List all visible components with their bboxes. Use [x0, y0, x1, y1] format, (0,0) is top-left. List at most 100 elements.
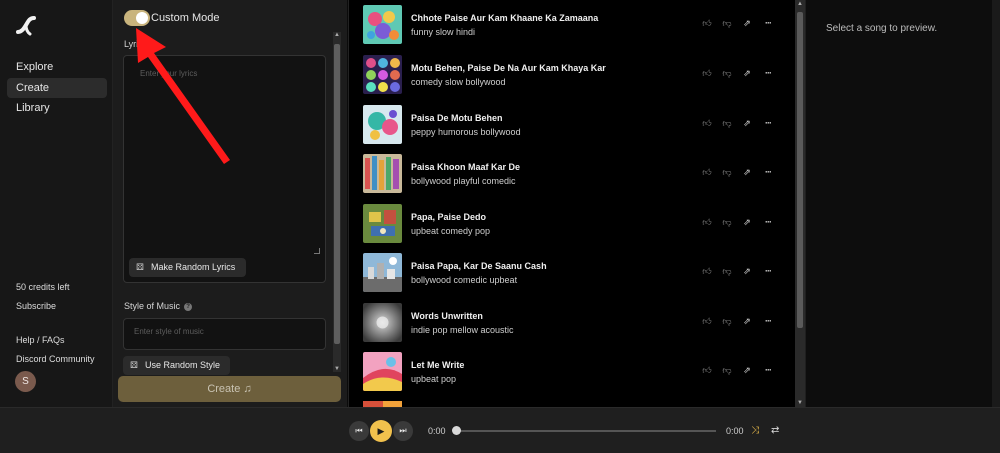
song-tags[interactable]: upbeat pop [411, 374, 456, 384]
thumbs-up-icon[interactable]: 👍︎ [701, 217, 713, 229]
custom-mode-label: Custom Mode [151, 12, 220, 24]
thumbs-up-icon[interactable]: 👍︎ [701, 18, 713, 30]
song-tags[interactable]: bollywood playful comedic [411, 176, 516, 186]
scrollbar-thumb[interactable] [334, 44, 340, 344]
more-options-icon[interactable]: ··· [762, 316, 774, 328]
help-faqs-link[interactable]: Help / FAQs [16, 335, 65, 345]
song-row[interactable]: Words Unwritten indie pop mellow acousti… [363, 303, 783, 345]
scroll-up-arrow-icon[interactable]: ▲ [333, 32, 341, 38]
user-avatar[interactable]: S [15, 371, 36, 392]
song-row[interactable]: Paisa Papa, Kar De Saanu Cash bollywood … [363, 253, 783, 295]
scroll-up-arrow-icon[interactable]: ▲ [795, 1, 805, 7]
more-options-icon[interactable]: ··· [762, 167, 774, 179]
thumbs-up-icon[interactable]: 👍︎ [701, 316, 713, 328]
song-row[interactable]: Chhote Paise Aur Kam Khaane Ka Zamaana f… [363, 5, 783, 47]
more-options-icon[interactable]: ··· [762, 365, 774, 377]
song-cover [363, 204, 402, 243]
subscribe-link[interactable]: Subscribe [16, 301, 56, 311]
repeat-icon[interactable]: ⇄ [771, 425, 779, 436]
more-options-icon[interactable]: ··· [762, 18, 774, 30]
thumbs-up-icon[interactable]: 👍︎ [701, 365, 713, 377]
song-title[interactable]: Paisa Papa, Kar De Saanu Cash [411, 261, 547, 271]
share-icon[interactable]: ⇗ [741, 18, 753, 30]
nav-library[interactable]: Library [7, 98, 107, 118]
thumbs-down-icon[interactable]: 👎︎ [721, 266, 733, 278]
duration: 0:00 [726, 426, 744, 436]
progress-handle[interactable] [452, 426, 461, 435]
next-track-icon[interactable]: ⏭ [393, 421, 413, 441]
more-options-icon[interactable]: ··· [762, 266, 774, 278]
nav-create[interactable]: Create [7, 78, 107, 98]
more-options-icon[interactable]: ··· [762, 118, 774, 130]
nav-explore[interactable]: Explore [7, 57, 107, 77]
resize-handle[interactable] [314, 248, 320, 254]
thumbs-up-icon[interactable]: 👍︎ [701, 167, 713, 179]
thumbs-down-icon[interactable]: 👎︎ [721, 68, 733, 80]
thumbs-up-icon[interactable]: 👍︎ [701, 118, 713, 130]
share-icon[interactable]: ⇗ [741, 316, 753, 328]
more-options-icon[interactable]: ··· [762, 68, 774, 80]
lyrics-textarea[interactable]: Enter your lyrics [123, 55, 326, 283]
discord-community-link[interactable]: Discord Community [16, 354, 95, 364]
preview-scrollbar[interactable] [992, 0, 1000, 407]
more-options-icon[interactable]: ··· [762, 217, 774, 229]
share-icon[interactable]: ⇗ [741, 118, 753, 130]
scrollbar-thumb[interactable] [797, 12, 803, 328]
song-tags[interactable]: indie pop mellow acoustic [411, 325, 514, 335]
song-title[interactable]: Motu Behen, Paise De Na Aur Kam Khaya Ka… [411, 63, 606, 73]
song-row[interactable]: Paisa Khoon Maaf Kar De bollywood playfu… [363, 154, 783, 196]
song-row[interactable]: Paisa De Motu Behen peppy humorous bolly… [363, 105, 783, 147]
share-icon[interactable]: ⇗ [741, 167, 753, 179]
custom-mode-toggle[interactable] [124, 10, 150, 26]
previous-track-icon[interactable]: ⏮ [349, 421, 369, 441]
use-random-style-button[interactable]: ⚄ Use Random Style [123, 356, 230, 375]
progress-bar[interactable] [452, 426, 716, 435]
help-icon[interactable]: ? [184, 303, 193, 311]
share-icon[interactable]: ⇗ [741, 68, 753, 80]
thumbs-up-icon[interactable]: 👍︎ [701, 266, 713, 278]
style-of-music-label: Style of Music? [124, 301, 193, 311]
panel-scrollbar[interactable]: ▲ ▼ [333, 32, 341, 372]
thumbs-down-icon[interactable]: 👎︎ [721, 316, 733, 328]
song-row[interactable]: Let Me Write upbeat pop 👍︎ 👎︎ ⇗ ··· [363, 352, 783, 394]
song-title[interactable]: Paisa De Motu Behen [411, 113, 503, 123]
dice-icon: ⚄ [136, 262, 144, 272]
song-tags[interactable]: bollywood comedic upbeat [411, 275, 517, 285]
song-title[interactable]: Paisa Khoon Maaf Kar De [411, 162, 520, 172]
song-tags[interactable]: peppy humorous bollywood [411, 127, 521, 137]
create-button[interactable]: Create ♫ [118, 376, 341, 402]
song-title[interactable]: Chhote Paise Aur Kam Khaane Ka Zamaana [411, 13, 598, 23]
thumbs-down-icon[interactable]: 👎︎ [721, 118, 733, 130]
song-title[interactable]: Words Unwritten [411, 311, 483, 321]
thumbs-down-icon[interactable]: 👎︎ [721, 18, 733, 30]
song-row[interactable]: Motu Behen, Paise De Na Aur Kam Khaya Ka… [363, 55, 783, 97]
thumbs-down-icon[interactable]: 👎︎ [721, 365, 733, 377]
thumbs-up-icon[interactable]: 👍︎ [701, 68, 713, 80]
make-random-lyrics-button[interactable]: ⚄ Make Random Lyrics [129, 258, 246, 277]
preview-message: Select a song to preview. [826, 23, 938, 34]
song-list-scrollbar[interactable]: ▲ ▼ [795, 0, 805, 407]
song-cover [363, 253, 402, 292]
style-label-text: Style of Music [124, 301, 181, 311]
share-icon[interactable]: ⇗ [741, 217, 753, 229]
thumbs-down-icon[interactable]: 👎︎ [721, 167, 733, 179]
song-title[interactable]: Let Me Write [411, 360, 464, 370]
song-tags[interactable]: funny slow hindi [411, 27, 475, 37]
shuffle-icon[interactable]: ⤨ [751, 425, 759, 436]
song-title[interactable]: Papa, Paise Dedo [411, 212, 486, 222]
dice-icon: ⚄ [130, 360, 138, 370]
share-icon[interactable]: ⇗ [741, 365, 753, 377]
share-icon[interactable]: ⇗ [741, 266, 753, 278]
song-tags[interactable]: comedy slow bollywood [411, 77, 506, 87]
scroll-down-arrow-icon[interactable]: ▼ [795, 400, 805, 406]
play-button[interactable]: ▶ [370, 420, 392, 442]
song-row[interactable]: Papa, Paise Dedo upbeat comedy pop 👍︎ 👎︎… [363, 204, 783, 246]
thumbs-down-icon[interactable]: 👎︎ [721, 217, 733, 229]
logo-icon[interactable] [14, 14, 38, 38]
toggle-knob [136, 12, 148, 24]
sidebar-nav: Explore Create Library 50 credits left S… [0, 0, 113, 407]
lyrics-placeholder: Enter your lyrics [140, 69, 198, 78]
song-tags[interactable]: upbeat comedy pop [411, 226, 490, 236]
scroll-down-arrow-icon[interactable]: ▼ [333, 366, 341, 372]
style-of-music-input[interactable]: Enter style of music [123, 318, 326, 350]
